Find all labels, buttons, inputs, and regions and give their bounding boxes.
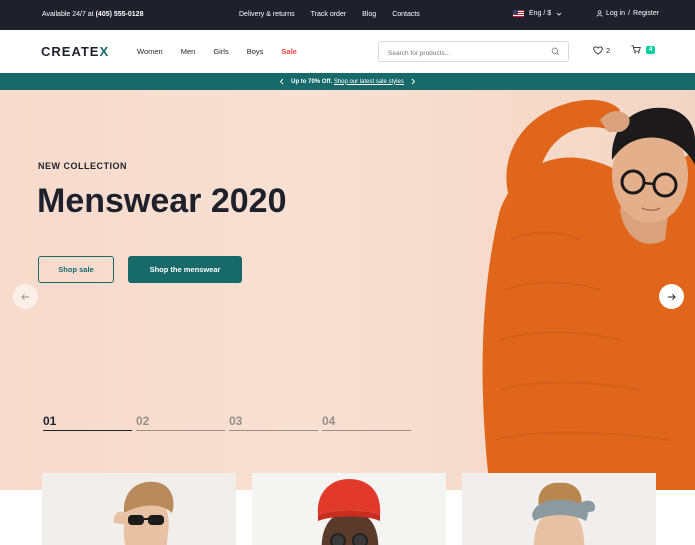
chevron-down-icon — [556, 12, 562, 16]
slide-page-label: 01 — [43, 414, 57, 428]
wishlist-button[interactable]: 2 — [593, 46, 610, 55]
heart-icon — [593, 46, 603, 55]
wishlist-count: 2 — [606, 46, 611, 55]
link-delivery-returns[interactable]: Delivery & returns — [239, 11, 295, 18]
language-currency-selector[interactable]: Eng / $ — [513, 10, 562, 17]
shop-menswear-button[interactable]: Shop the menswear — [128, 256, 242, 283]
main-nav: Women Men Girls Boys Sale — [137, 47, 297, 56]
auth-links: Log in / Register — [596, 10, 659, 17]
promo-text: Up to 70% Off. Shop our latest sale styl… — [291, 79, 404, 85]
logo[interactable]: CREATEX — [41, 44, 109, 59]
logo-text: CREATE — [41, 44, 100, 59]
hero-headline: Menswear 2020 — [37, 182, 287, 220]
language-label: Eng / $ — [529, 10, 552, 17]
slide-page-line — [43, 430, 132, 431]
nav-girls[interactable]: Girls — [213, 47, 228, 56]
availability-text: Available 24/7 at (405) 555-0128 — [42, 11, 143, 18]
slide-page-line — [322, 430, 411, 431]
main-header: CREATEX Women Men Girls Boys Sale 2 4 — [0, 30, 695, 73]
arrow-right-icon — [667, 293, 676, 300]
nav-women[interactable]: Women — [137, 47, 163, 56]
slide-page-3[interactable]: 03 — [229, 414, 322, 431]
promo-bold: Up to 70% Off. — [291, 78, 333, 85]
search-icon[interactable] — [551, 47, 560, 56]
cart-icon — [631, 45, 641, 54]
promo-link[interactable]: Shop our latest sale styles — [334, 79, 404, 85]
slide-page-2[interactable]: 02 — [136, 414, 229, 431]
search-input[interactable] — [379, 44, 539, 63]
slide-page-line — [136, 430, 225, 431]
chevron-left-icon[interactable] — [279, 78, 285, 85]
logo-accent: X — [99, 44, 110, 59]
category-cards — [0, 473, 695, 545]
hero-slider: NEW COLLECTION Menswear 2020 Shop sale S… — [0, 90, 695, 490]
slide-page-label: 04 — [322, 414, 336, 428]
category-card-women[interactable] — [42, 473, 236, 545]
arrow-left-icon — [21, 293, 30, 300]
user-icon — [596, 10, 603, 17]
shop-sale-button[interactable]: Shop sale — [38, 256, 114, 283]
auth-separator: / — [628, 10, 631, 17]
availability-prefix: Available 24/7 at — [42, 11, 94, 18]
nav-men[interactable]: Men — [181, 47, 196, 56]
category-card-kids[interactable] — [462, 473, 656, 545]
slide-page-4[interactable]: 04 — [322, 414, 415, 431]
slider-next-button[interactable] — [659, 284, 684, 309]
nav-sale[interactable]: Sale — [281, 47, 296, 56]
man-red-beanie-image — [317, 479, 381, 545]
chevron-right-icon[interactable] — [410, 78, 416, 85]
nav-boys[interactable]: Boys — [247, 47, 264, 56]
link-blog[interactable]: Blog — [362, 11, 376, 18]
promo-bar: Up to 70% Off. Shop our latest sale styl… — [0, 73, 695, 90]
slide-page-1[interactable]: 01 — [43, 414, 136, 431]
top-bar: Available 24/7 at (405) 555-0128 Deliver… — [0, 0, 695, 30]
flag-us-icon — [513, 10, 524, 17]
slide-page-label: 03 — [229, 414, 243, 428]
girl-headscarf-image — [532, 482, 596, 545]
hero-kicker: NEW COLLECTION — [38, 161, 127, 171]
login-link[interactable]: Log in — [606, 10, 625, 17]
register-link[interactable]: Register — [633, 10, 659, 17]
slider-pagination: 01 02 03 04 — [43, 414, 415, 431]
woman-sunglasses-image — [113, 481, 174, 545]
slide-page-label: 02 — [136, 414, 150, 428]
category-card-men[interactable] — [252, 473, 446, 545]
slide-page-line — [229, 430, 318, 431]
phone-number[interactable]: (405) 555-0128 — [96, 11, 144, 18]
search-box — [378, 41, 569, 63]
topbar-links: Delivery & returns Track order Blog Cont… — [239, 11, 420, 18]
slider-prev-button[interactable] — [13, 284, 38, 309]
link-contacts[interactable]: Contacts — [392, 11, 420, 18]
link-track-order[interactable]: Track order — [311, 11, 347, 18]
cart-count-badge: 4 — [646, 45, 656, 54]
cart-button[interactable]: 4 — [631, 45, 656, 54]
